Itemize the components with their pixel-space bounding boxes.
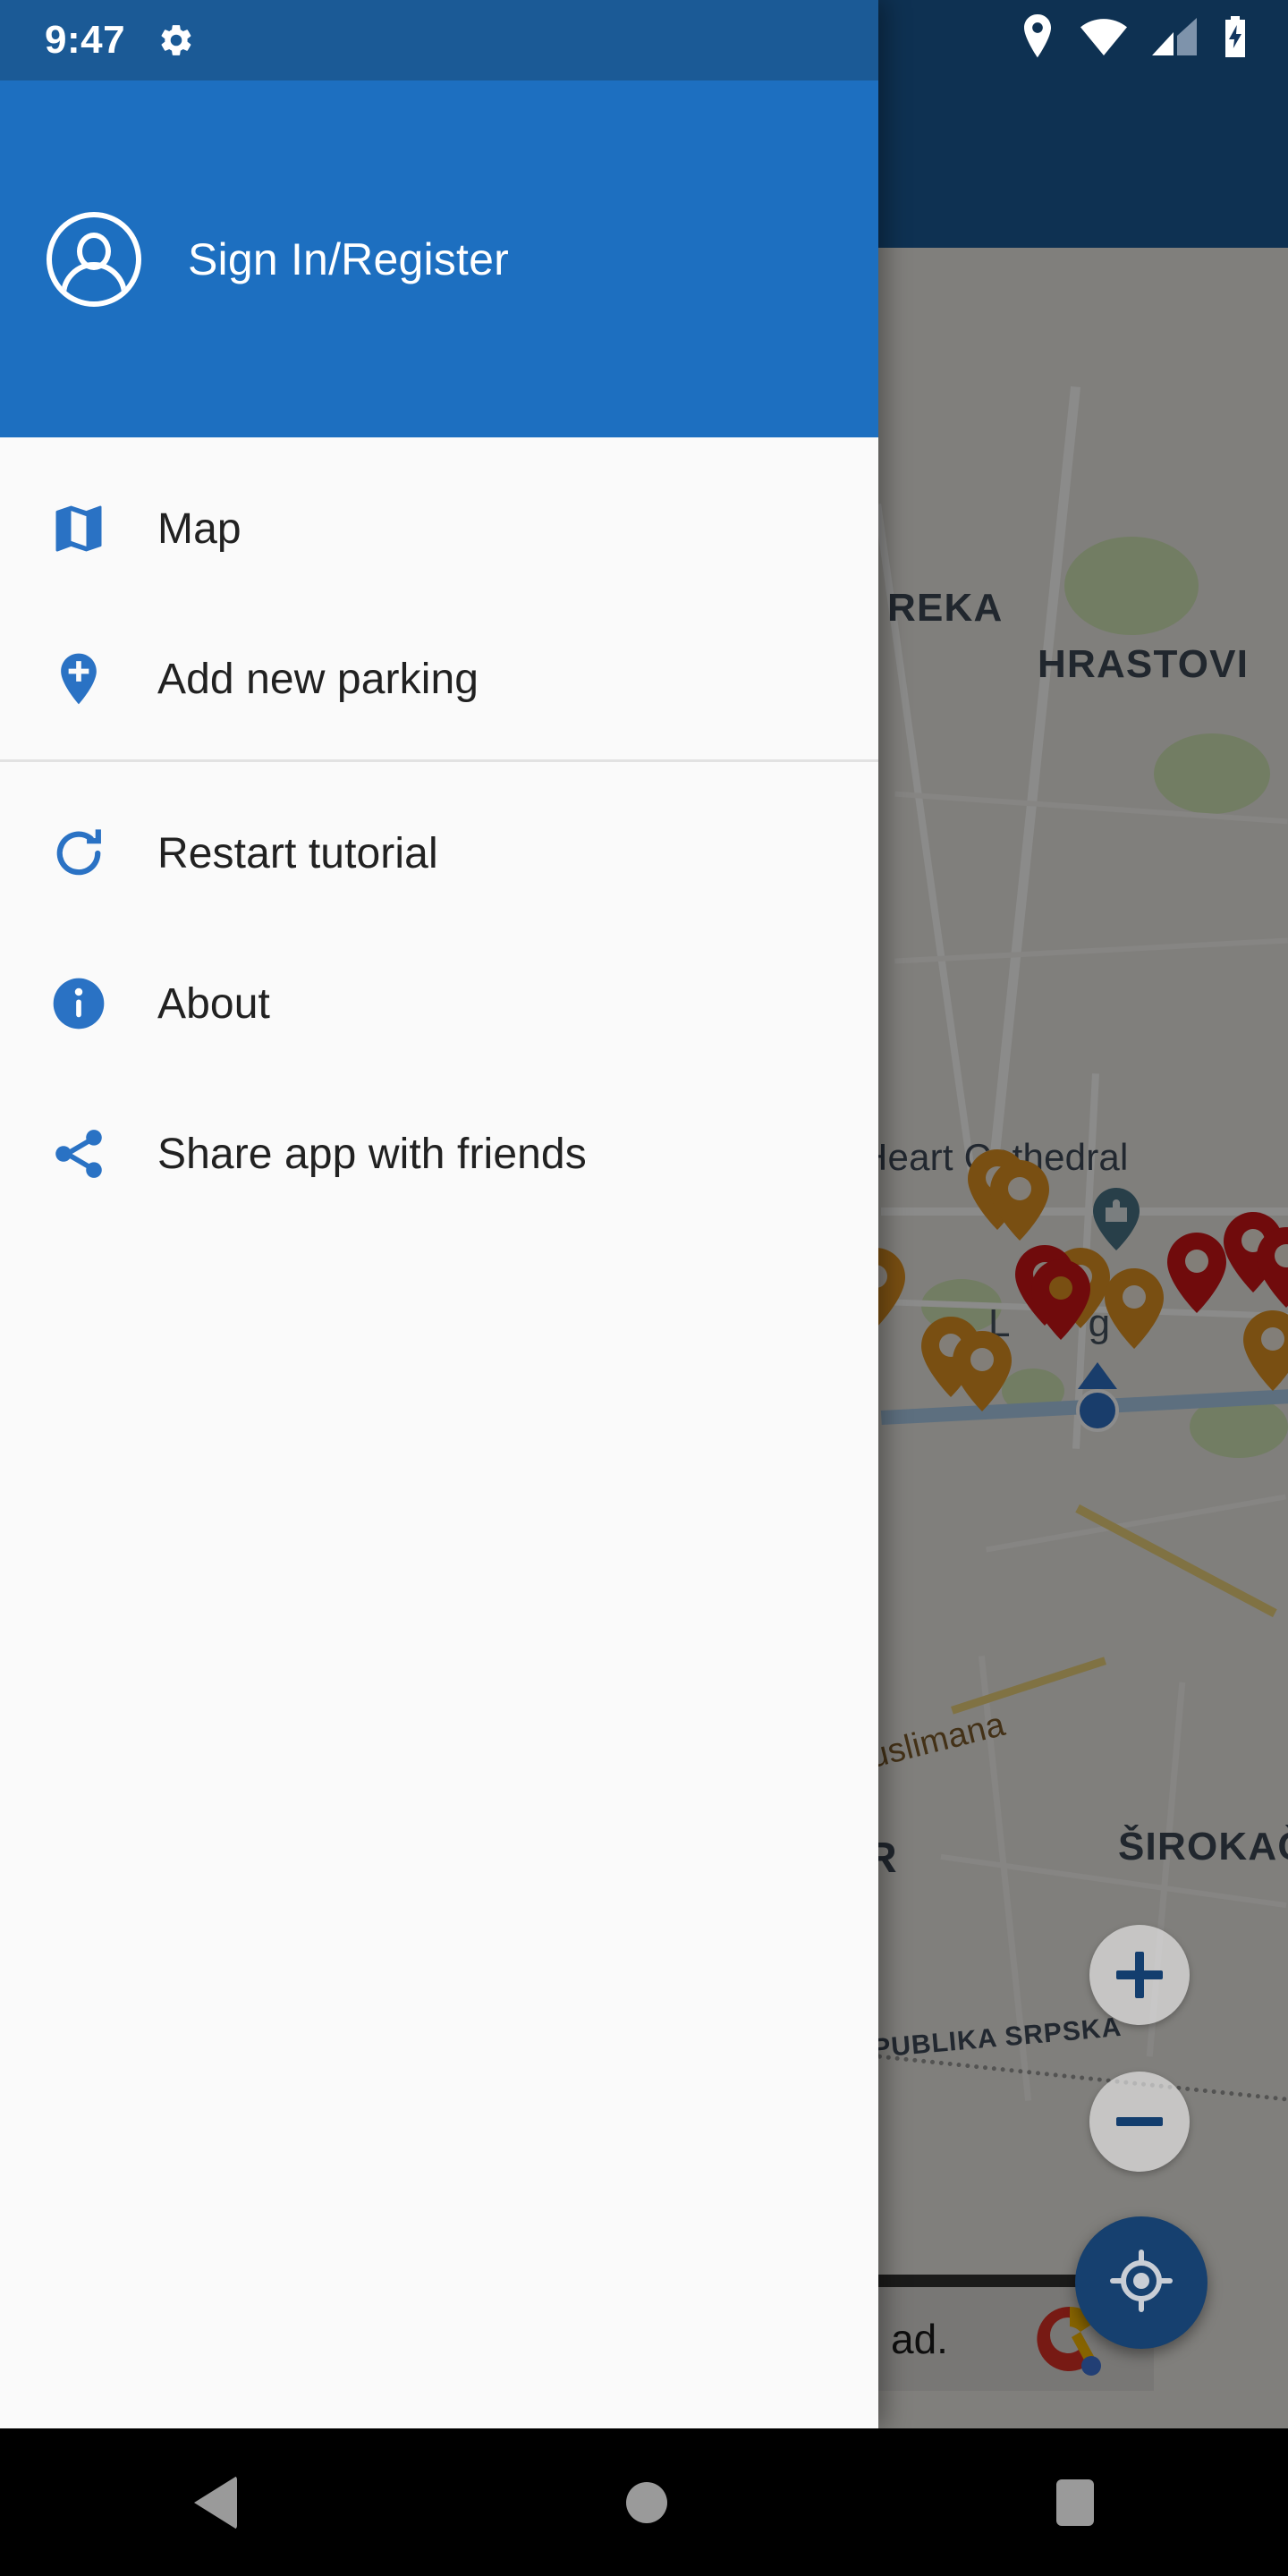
share-icon	[0, 1123, 157, 1184]
menu-item-label: Share app with friends	[157, 1130, 587, 1178]
battery-charging-icon	[1222, 16, 1249, 57]
signal-icon	[1152, 18, 1197, 55]
minus-icon	[1116, 2117, 1163, 2126]
phone-screen: REKA HRASTOVI Heart Cathedral L g uslima…	[0, 0, 1288, 2576]
account-circle-icon	[47, 211, 141, 307]
back-button[interactable]	[194, 2475, 238, 2529]
location-icon	[1020, 14, 1055, 59]
refresh-icon	[0, 823, 157, 884]
menu-item-map[interactable]: Map	[0, 453, 878, 604]
menu-item-label: Map	[157, 504, 242, 553]
wifi-icon	[1080, 18, 1127, 55]
status-clock: 9:47	[45, 18, 126, 62]
status-bar-left: 9:47	[0, 0, 878, 80]
home-button[interactable]	[625, 2481, 667, 2523]
drawer-menu-primary: Map Add new parking	[0, 437, 878, 754]
recents-button[interactable]	[1055, 2479, 1094, 2526]
menu-item-label: Restart tutorial	[157, 829, 438, 877]
menu-item-about[interactable]: About	[0, 928, 878, 1079]
info-icon	[0, 973, 157, 1034]
gear-icon[interactable]	[157, 21, 195, 59]
sign-in-register-label: Sign In/Register	[188, 233, 509, 284]
map-icon	[0, 498, 157, 559]
drawer-menu-secondary: Restart tutorial About Share app with fr…	[0, 762, 878, 1229]
menu-item-add-new-parking[interactable]: Add new parking	[0, 604, 878, 754]
menu-item-restart-tutorial[interactable]: Restart tutorial	[0, 778, 878, 928]
menu-item-share-app[interactable]: Share app with friends	[0, 1079, 878, 1229]
system-navigation-bar	[0, 2428, 1288, 2576]
add-location-pin-icon	[0, 648, 157, 709]
menu-item-label: About	[157, 979, 270, 1028]
drawer-header[interactable]: Sign In/Register	[0, 80, 878, 437]
zoom-in-button[interactable]	[1089, 1925, 1190, 2025]
menu-item-label: Add new parking	[157, 655, 479, 703]
my-location-button[interactable]	[1075, 2216, 1208, 2349]
zoom-out-button[interactable]	[1089, 2072, 1190, 2172]
navigation-drawer[interactable]: 9:47 Sign In/Register Map Add new parkin…	[0, 0, 878, 2428]
my-location-icon	[1109, 2249, 1174, 2318]
